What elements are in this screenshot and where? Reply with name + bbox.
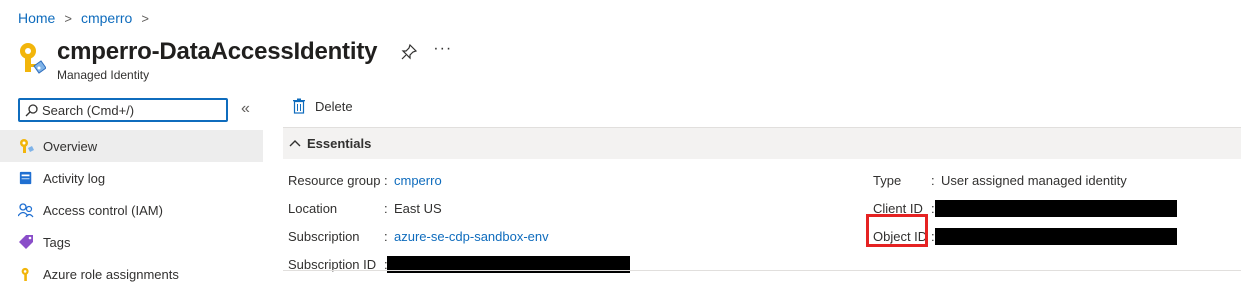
search-box[interactable] — [18, 98, 228, 122]
breadcrumb-home-link[interactable]: Home — [18, 10, 55, 26]
search-icon — [25, 103, 38, 116]
nav-item-azure-role-assignments[interactable]: Azure role assignments — [0, 258, 263, 290]
people-icon — [18, 202, 34, 218]
nav-item-label: Activity log — [43, 170, 106, 186]
nav-item-tags[interactable]: Tags — [0, 226, 263, 258]
nav-item-label: Azure role assignments — [43, 266, 179, 282]
resource-menu: Overview Activity log Access control (IA… — [0, 130, 263, 290]
essentials-title: Essentials — [307, 136, 372, 151]
resource-group-link[interactable]: cmperro — [394, 173, 442, 188]
property-row-subscription: Subscription : azure-se-cdp-sandbox-env — [288, 222, 630, 250]
page-subtitle: Managed Identity — [57, 68, 150, 82]
divider — [283, 270, 1241, 271]
pin-icon[interactable] — [401, 44, 418, 60]
location-value: East US — [394, 200, 442, 216]
property-label: Location — [288, 200, 338, 216]
redacted-object-id — [935, 227, 1177, 245]
essentials-toggle[interactable]: Essentials — [283, 127, 1241, 159]
nav-item-label: Access control (IAM) — [43, 202, 163, 218]
breadcrumb-resource-group-link[interactable]: cmperro — [81, 10, 132, 26]
collapse-menu-button[interactable]: « — [241, 100, 250, 118]
colon: : — [384, 200, 388, 216]
redacted-client-id — [935, 199, 1177, 217]
managed-identity-icon — [20, 43, 46, 74]
nav-item-activity-log[interactable]: Activity log — [0, 162, 263, 194]
essentials-left-column: Resource group : cmperro Location : East… — [288, 166, 630, 278]
property-label: Subscription — [288, 228, 360, 244]
property-label: Resource group — [288, 172, 381, 188]
nav-item-overview[interactable]: Overview — [0, 130, 263, 162]
trash-icon — [293, 98, 305, 114]
nav-item-label: Overview — [43, 138, 98, 154]
key-icon — [18, 266, 34, 282]
breadcrumb: Home > cmperro > — [18, 10, 158, 26]
delete-button[interactable]: Delete — [292, 98, 353, 114]
colon: : — [384, 172, 388, 188]
type-value: User assigned managed identity — [941, 172, 1127, 188]
nav-item-label: Tags — [43, 234, 71, 250]
property-row-type: Type : User assigned managed identity — [873, 166, 1177, 194]
colon: : — [384, 228, 388, 244]
property-row-subscription-id: Subscription ID : — [288, 250, 630, 278]
property-label: Type — [873, 172, 902, 188]
key-icon — [18, 138, 34, 154]
chevron-up-icon — [289, 139, 301, 146]
nav-item-access-control[interactable]: Access control (IAM) — [0, 194, 263, 226]
search-input[interactable] — [42, 102, 212, 118]
property-row-resource-group: Resource group : cmperro — [288, 166, 630, 194]
subscription-link[interactable]: azure-se-cdp-sandbox-env — [394, 229, 549, 244]
delete-label: Delete — [315, 98, 353, 114]
page-title: cmperro-DataAccessIdentity — [57, 38, 378, 65]
more-options-button[interactable]: ··· — [433, 41, 452, 60]
object-id-highlight — [866, 214, 928, 247]
property-row-location: Location : East US — [288, 194, 630, 222]
colon: : — [931, 172, 935, 188]
page-header: cmperro-DataAccessIdentity ··· Managed I… — [16, 36, 452, 82]
activity-log-icon — [18, 170, 34, 186]
chevron-right-icon: > — [64, 10, 72, 26]
chevron-right-icon: > — [141, 10, 149, 26]
tag-icon — [18, 234, 34, 250]
